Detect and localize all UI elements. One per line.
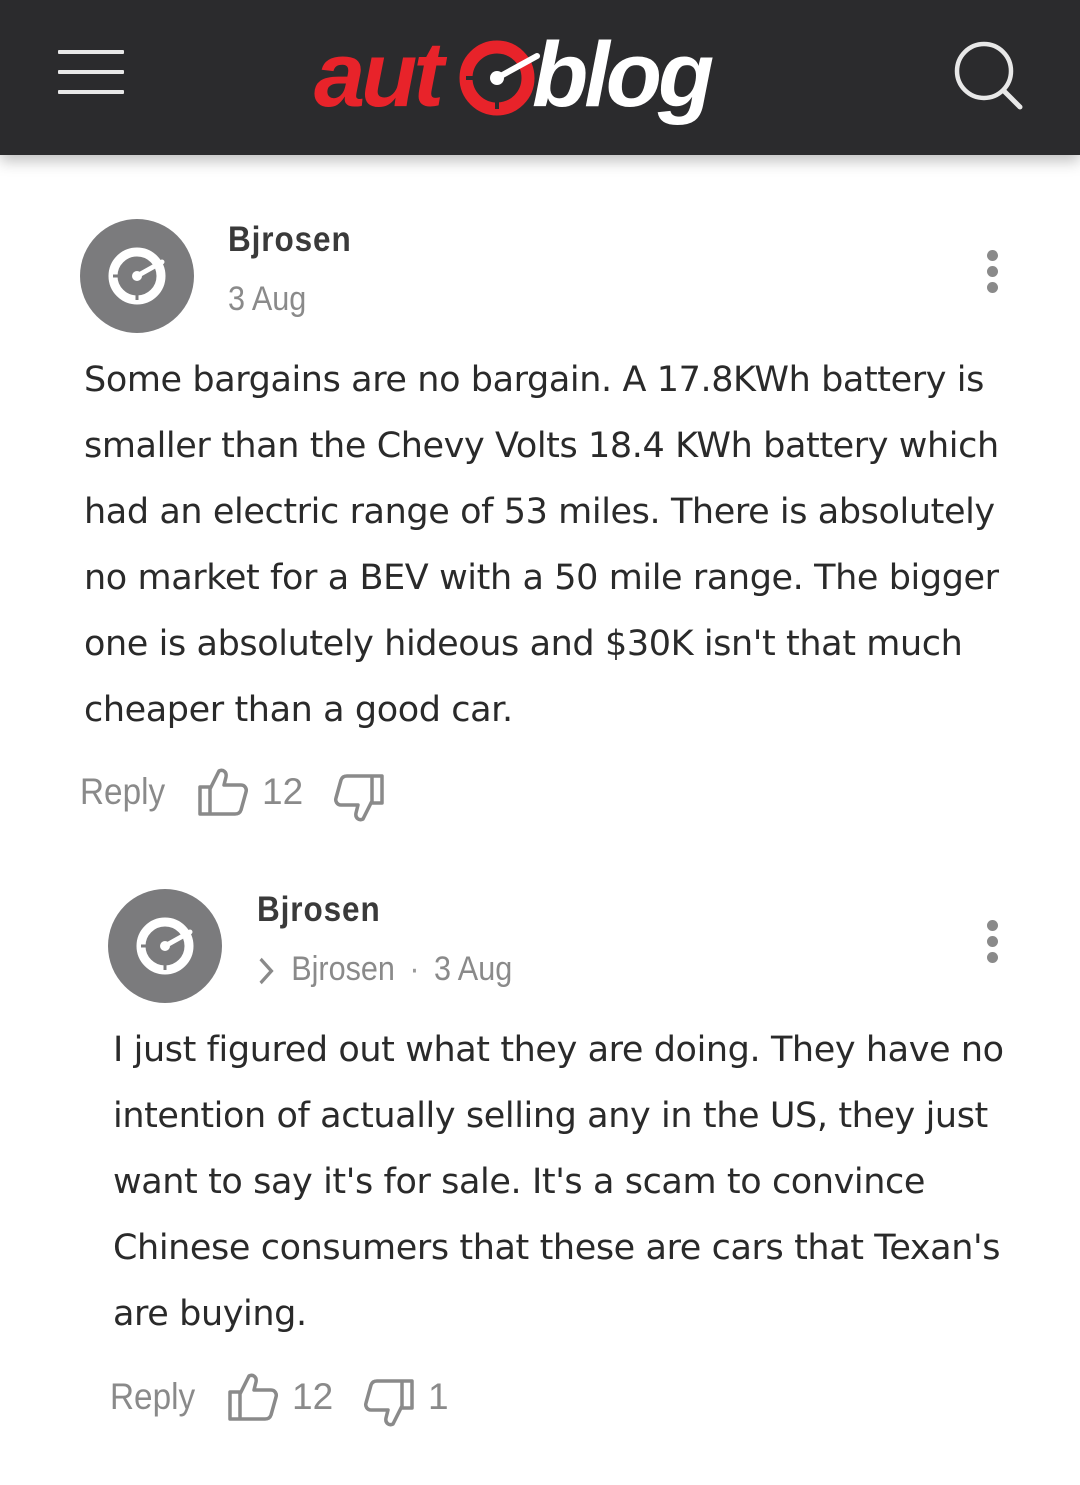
upvote-count: 12: [292, 1376, 334, 1417]
comment-date: 3 Aug: [228, 280, 306, 319]
thumbs-down-icon[interactable]: [333, 773, 385, 825]
thumbs-down-icon[interactable]: [363, 1378, 415, 1430]
reply-button[interactable]: Reply: [110, 1376, 195, 1418]
comment-date-text: 3 Aug: [433, 950, 513, 988]
comment-meta: Bjrosen · 3 Aug: [257, 950, 512, 989]
separator-dot: ·: [409, 950, 420, 988]
avatar[interactable]: [80, 219, 194, 333]
upvote-count: 12: [262, 771, 304, 812]
menu-line: [58, 70, 124, 74]
logo-text-blog: blog: [532, 24, 713, 126]
comment-username[interactable]: Bjrosen: [228, 220, 352, 260]
thumbs-up-icon[interactable]: [227, 1370, 279, 1422]
chevron-right-icon: [259, 957, 274, 985]
speedometer-logo-icon: [459, 40, 540, 116]
autoblog-logo[interactable]: aut blog: [312, 22, 742, 132]
hamburger-menu-icon[interactable]: [58, 50, 124, 96]
downvote-count: 1: [428, 1376, 449, 1417]
thumbs-up-icon[interactable]: [197, 765, 249, 817]
comment-username[interactable]: Bjrosen: [257, 890, 381, 930]
autoblog-avatar-icon: [136, 917, 194, 975]
top-navigation-bar: aut blog: [0, 0, 1080, 155]
logo-text-auto: aut: [314, 24, 447, 126]
reply-button[interactable]: Reply: [80, 771, 165, 813]
menu-line: [58, 90, 124, 94]
avatar[interactable]: [108, 889, 222, 1003]
autoblog-avatar-icon: [108, 247, 166, 305]
search-icon[interactable]: [950, 38, 1030, 118]
more-options-icon[interactable]: [982, 250, 1002, 294]
comment-text: I just figured out what they are doing. …: [113, 1030, 1004, 1334]
reply-to-username[interactable]: Bjrosen: [291, 950, 395, 988]
comment-text: Some bargains are no bargain. A 17.8KWh …: [84, 360, 999, 730]
menu-line: [58, 50, 124, 54]
comment-date-text: 3 Aug: [228, 280, 307, 318]
more-options-icon[interactable]: [982, 920, 1002, 964]
